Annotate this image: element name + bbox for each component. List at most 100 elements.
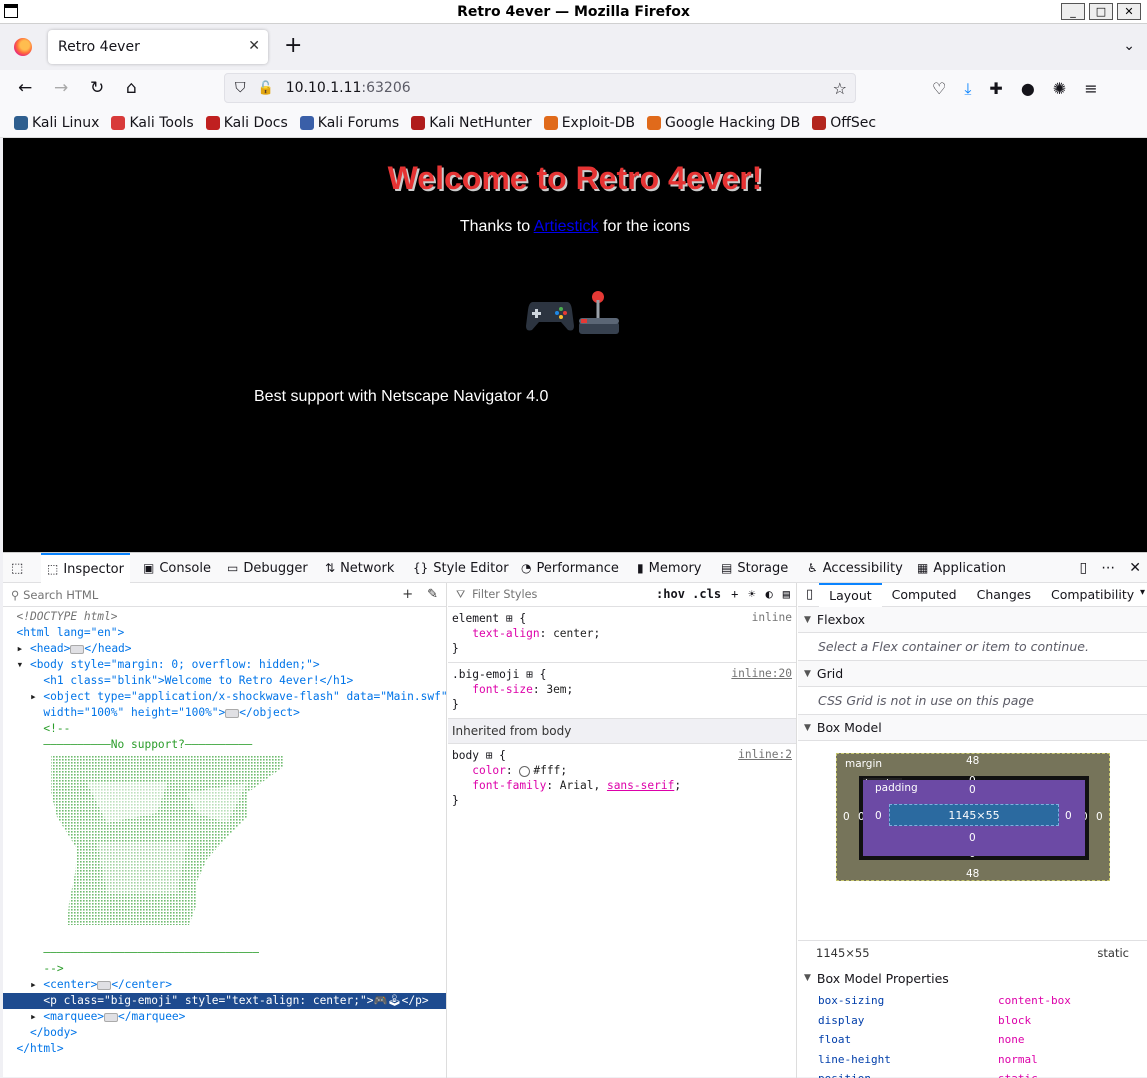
sidebar-tab-computed[interactable]: Computed: [882, 583, 967, 607]
tree-no-support[interactable]: ——————————No support?——————————: [3, 737, 446, 753]
box-padding[interactable]: padding 0 0 0 0 1145×55: [863, 780, 1085, 856]
shield-icon[interactable]: ⛉: [235, 80, 246, 96]
tree-marquee[interactable]: ▸ <marquee> </marquee>: [3, 1009, 446, 1025]
sidebar-toggle-icon[interactable]: ▯: [798, 587, 813, 602]
devtools-tab-application[interactable]: ▦ Application: [911, 553, 1012, 583]
devtools-tab-network[interactable]: ⇅ Network: [319, 553, 400, 583]
tree-html[interactable]: <html lang="en">: [3, 625, 446, 641]
tree-object[interactable]: ▸ <object type="application/x-shockwave-…: [3, 689, 446, 705]
add-rule-icon[interactable]: +: [731, 587, 738, 601]
close-devtools-icon[interactable]: ✕: [1129, 560, 1141, 576]
bookmark-label: Kali Forums: [317, 114, 400, 131]
pocket-icon[interactable]: ♡: [932, 79, 946, 99]
minimize-button[interactable]: _: [1061, 3, 1085, 20]
dock-toggle-icon[interactable]: ▯: [1080, 560, 1088, 576]
tree-center[interactable]: ▸ <center> </center>: [3, 977, 446, 993]
extension-badge-icon[interactable]: ●: [1021, 79, 1035, 99]
bookmark-kali-tools[interactable]: Kali Tools: [111, 115, 194, 131]
box-size-readout: 1145×55: [816, 946, 870, 960]
rule-element: inline element ⊞ { text-align: center; }: [448, 607, 796, 663]
bookmark-kali-nethunter[interactable]: Kali NetHunter: [411, 114, 532, 131]
hov-cls-toggle[interactable]: :hov .cls: [656, 587, 721, 601]
sidebar-tab-layout[interactable]: Layout: [819, 583, 882, 607]
forward-button[interactable]: →: [54, 78, 68, 98]
boxmodel-props-header[interactable]: ▼ Box Model Properties: [798, 965, 1147, 991]
tabs-overflow-icon[interactable]: ▾: [1140, 587, 1145, 598]
bookmark-favicon-icon: [543, 115, 558, 130]
print-media-icon[interactable]: ▤: [783, 587, 790, 601]
box-margin[interactable]: margin 48 48 0 0 border 0 0 0 0 padding …: [836, 753, 1110, 881]
devtools-tab-label: Accessibility: [822, 560, 903, 576]
firefox-logo-icon[interactable]: [14, 38, 32, 56]
bookmark-star-icon[interactable]: ☆: [833, 79, 847, 98]
window-menu-icon[interactable]: [4, 4, 18, 18]
grid-section-header[interactable]: ▼ Grid: [798, 661, 1147, 687]
artiestick-link[interactable]: Artiestick: [534, 218, 599, 235]
tree-comment-open[interactable]: <!--: [3, 721, 446, 737]
element-picker-icon[interactable]: ⬚: [11, 553, 31, 583]
url-bar[interactable]: ⛉ 🔓 10.10.1.11 :63206 ☆: [224, 73, 856, 103]
devtools-tab-console[interactable]: ▣ Console: [137, 553, 217, 583]
close-tab-icon[interactable]: ✕: [248, 38, 260, 54]
extensions-icon[interactable]: ✚: [989, 79, 1002, 99]
devtools-tab-performance[interactable]: ◔ Performance: [515, 553, 625, 583]
tree-doctype[interactable]: <!DOCTYPE html>: [3, 609, 446, 625]
extension-bug-icon[interactable]: ✺: [1053, 79, 1066, 99]
tab-retro-4ever[interactable]: Retro 4ever ✕: [48, 30, 268, 64]
devtools-tab-inspector[interactable]: ⬚ Inspector: [41, 553, 130, 583]
tree-body-close[interactable]: </body>: [3, 1025, 446, 1041]
tree-dash-line[interactable]: ————————————————————————————————: [3, 945, 446, 961]
back-button[interactable]: ←: [18, 78, 32, 98]
add-node-icon[interactable]: +: [402, 587, 413, 602]
devtools-tab-accessibility[interactable]: ♿ Accessibility: [801, 553, 909, 583]
tree-h1[interactable]: <h1 class="blink">Welcome to Retro 4ever…: [3, 673, 446, 689]
sidebar-tab-changes[interactable]: Changes: [967, 583, 1041, 607]
bookmark-kali-docs[interactable]: Kali Docs: [205, 115, 288, 131]
tree-object-cont[interactable]: width="100%" height="100%"> </object>: [3, 705, 446, 721]
devtools-tab-style-editor[interactable]: {} Style Editor: [407, 553, 515, 583]
close-window-button[interactable]: ✕: [1117, 3, 1141, 20]
devtools-tab-memory[interactable]: ▮ Memory: [631, 553, 707, 583]
bookmark-label: Kali NetHunter: [429, 114, 532, 131]
box-border[interactable]: border 0 0 0 0 padding 0 0 0 0 1145×55: [858, 775, 1089, 860]
search-html-input[interactable]: Search HTML: [23, 588, 98, 602]
tree-comment-close[interactable]: -->: [3, 961, 446, 977]
bookmark-offsec[interactable]: OffSec: [812, 115, 876, 131]
box-content[interactable]: 1145×55: [889, 804, 1059, 826]
devtools-tab-storage[interactable]: ▤ Storage: [715, 553, 794, 583]
tree-body[interactable]: ▾ <body style="margin: 0; overflow: hidd…: [3, 657, 446, 673]
rule-element-source[interactable]: inline: [752, 611, 792, 624]
bookmark-google-hacking-db[interactable]: Google Hacking DB: [646, 115, 800, 131]
bookmark-kali-forums[interactable]: Kali Forums: [299, 114, 400, 131]
rule-body-source[interactable]: inline:2: [738, 748, 792, 761]
bookmark-exploit-db[interactable]: Exploit-DB: [543, 115, 635, 131]
menu-icon[interactable]: ≡: [1084, 79, 1097, 99]
color-swatch-icon[interactable]: [519, 765, 531, 777]
new-tab-button[interactable]: +: [284, 34, 302, 58]
light-mode-icon[interactable]: ☀: [748, 587, 755, 601]
boxmodel-section-header[interactable]: ▼ Box Model: [798, 715, 1147, 741]
insecure-lock-icon[interactable]: 🔓: [258, 81, 274, 96]
sidebar-tab-compatibility[interactable]: Compatibility: [1041, 583, 1144, 607]
tab-strip: Retro 4ever ✕ + ⌄: [0, 24, 1147, 70]
flexbox-section-header[interactable]: ▼ Flexbox: [798, 607, 1147, 633]
reload-button[interactable]: ↻: [90, 78, 104, 98]
chevron-down-icon[interactable]: ⌄: [1123, 38, 1135, 54]
bookmark-kali-linux[interactable]: Kali Linux: [14, 115, 99, 131]
dark-mode-icon[interactable]: ◐: [766, 587, 773, 601]
ascii-art-block: [3, 753, 446, 945]
home-button[interactable]: ⌂: [126, 78, 137, 98]
filter-styles-input[interactable]: Filter Styles: [472, 588, 537, 601]
devtools-tab-debugger[interactable]: ▭ Debugger: [221, 553, 314, 583]
tree-head[interactable]: ▸ <head> </head>: [3, 641, 446, 657]
downloads-icon[interactable]: ⤓: [964, 79, 971, 99]
tree-html-close[interactable]: </html>: [3, 1041, 446, 1057]
devtools-options-icon[interactable]: ⋯: [1101, 560, 1115, 576]
layout-sidebar: ▯ Layout Computed Changes Compatibility ▾ ▼…: [798, 583, 1147, 1078]
box-size-row: 1145×55 static: [798, 941, 1147, 965]
tree-p-selected[interactable]: <p class="big-emoji" style="text-align: …: [3, 993, 446, 1009]
maximize-button[interactable]: □: [1089, 3, 1113, 20]
rule-big-emoji-source[interactable]: inline:20: [731, 667, 792, 680]
style-editor-icon: {}: [413, 561, 429, 575]
eyedropper-icon[interactable]: ✎: [427, 587, 438, 602]
